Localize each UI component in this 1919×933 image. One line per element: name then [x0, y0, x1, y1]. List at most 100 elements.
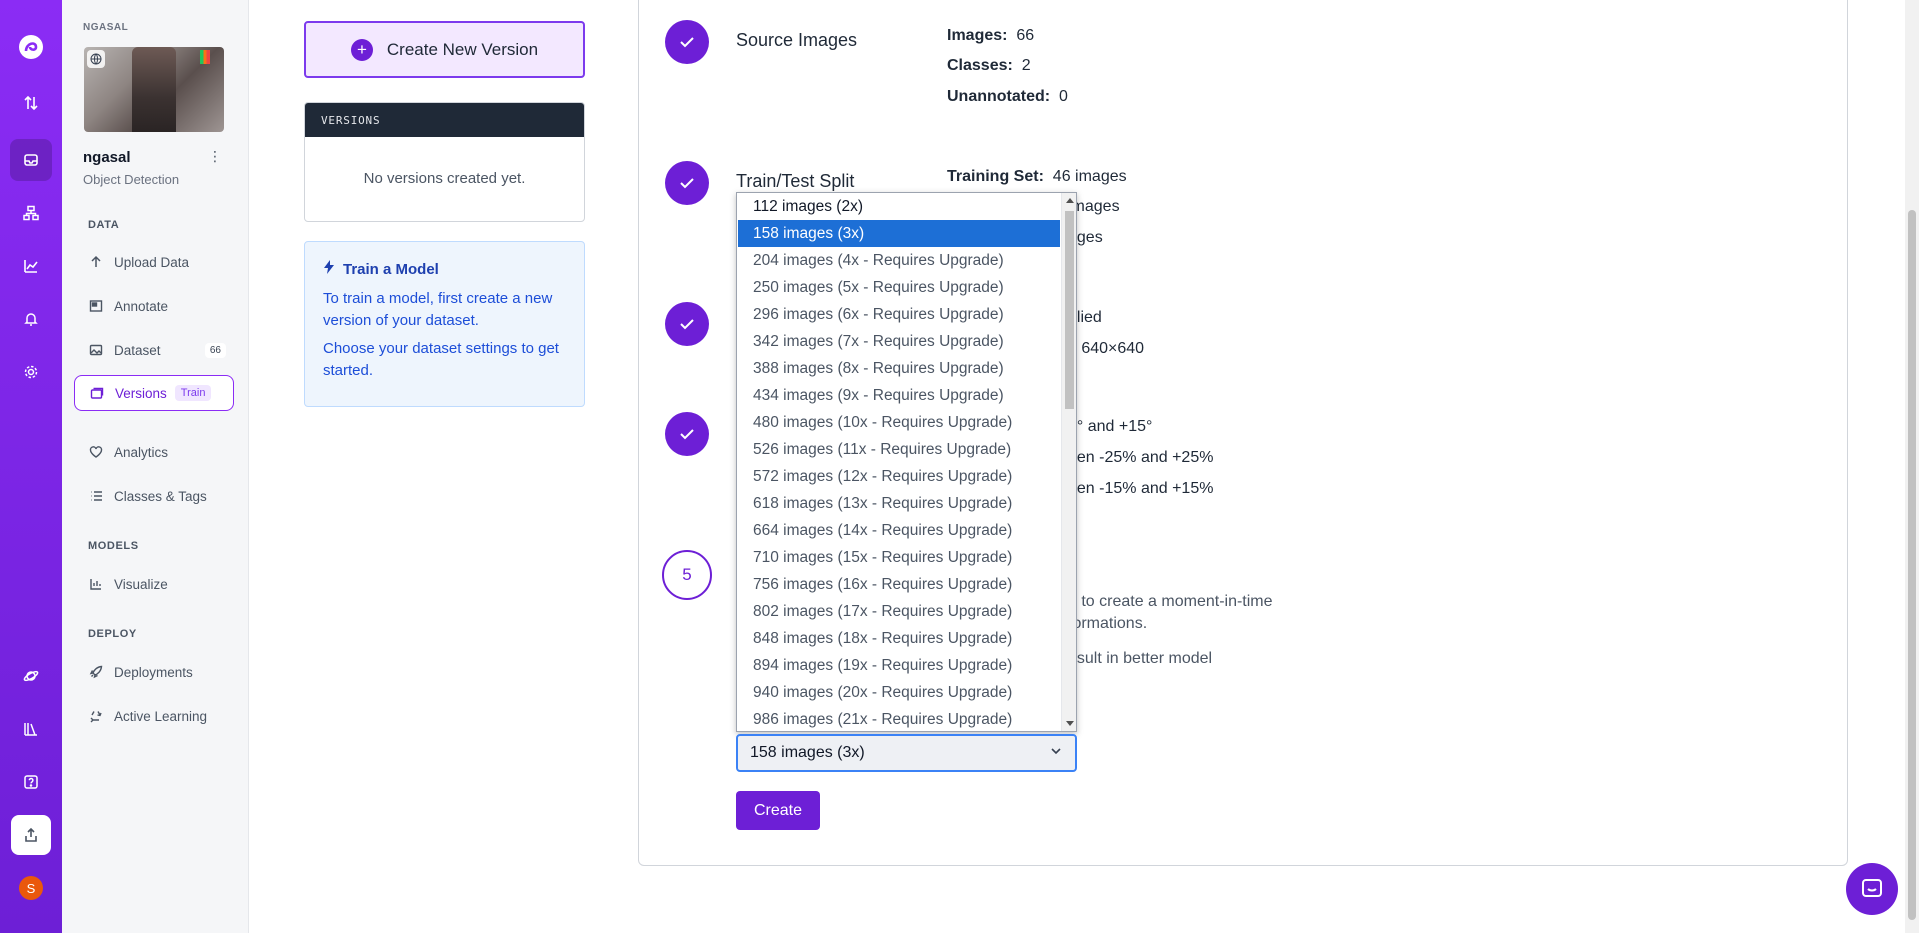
dropdown-options: 112 images (2x) 158 images (3x) 204 images… [737, 193, 1076, 731]
dataset-count-badge: 66 [204, 342, 226, 358]
project-sidebar: NGASAL ngasal ⋮ Object Detection DATA Up… [62, 0, 249, 933]
split-training-label: Training Set: [947, 168, 1044, 185]
settings-gear-icon[interactable] [10, 351, 52, 393]
dropdown-option[interactable]: 296 images (6x - Requires Upgrade) [738, 301, 1060, 328]
step-2-check-icon [665, 161, 709, 205]
bar-chart-icon [88, 576, 104, 592]
dropdown-scroll-thumb[interactable] [1065, 211, 1074, 409]
image-gallery-icon [88, 342, 104, 358]
library-books-icon[interactable] [10, 708, 52, 750]
dropdown-option[interactable]: 112 images (2x) [738, 193, 1060, 220]
dropdown-option[interactable]: 894 images (19x - Requires Upgrade) [738, 652, 1060, 679]
sidebar-item-dataset[interactable]: Dataset 66 [74, 332, 234, 368]
dropdown-option[interactable]: 388 images (8x - Requires Upgrade) [738, 355, 1060, 382]
augment-row-2-tail: een -25% and +25% [1068, 449, 1214, 466]
dropdown-scrollbar[interactable] [1061, 193, 1076, 731]
project-caption: NGASAL [83, 22, 129, 33]
versions-layers-icon [89, 385, 105, 401]
sidebar-item-label: Deployments [114, 664, 193, 680]
sidebar-item-analytics[interactable]: Analytics [74, 434, 234, 470]
arrow-up-icon [88, 254, 104, 270]
dropdown-option[interactable]: 250 images (5x - Requires Upgrade) [738, 274, 1060, 301]
chevron-down-icon [1049, 744, 1063, 763]
create-version-button[interactable]: Create [736, 791, 820, 830]
projects-inbox-icon[interactable] [10, 139, 52, 181]
upload-share-icon[interactable] [11, 815, 51, 855]
sidebar-item-visualize[interactable]: Visualize [74, 566, 234, 602]
dropdown-option[interactable]: 986 images (21x - Requires Upgrade) [738, 706, 1060, 731]
train-model-title-text: Train a Model [343, 260, 439, 278]
list-icon [88, 488, 104, 504]
sidebar-item-label: Upload Data [114, 254, 190, 270]
step-title-split: Train/Test Split [736, 171, 855, 191]
step-5-number: 5 [662, 550, 712, 600]
rocket-icon [88, 664, 104, 680]
create-new-version-label: Create New Version [386, 39, 539, 59]
source-classes-value: 2 [1021, 57, 1031, 74]
dropdown-option[interactable]: 572 images (12x - Requires Upgrade) [738, 463, 1060, 490]
project-name: ngasal [83, 149, 131, 166]
analytics-chart-icon[interactable] [10, 245, 52, 287]
sidebar-item-annotate[interactable]: Annotate [74, 288, 234, 324]
dropdown-option[interactable]: 526 images (11x - Requires Upgrade) [738, 436, 1060, 463]
split-training-row: Training Set: 46 images [947, 168, 1127, 186]
augment-count-select[interactable]: 158 images (3x) [736, 734, 1077, 772]
dropdown-option[interactable]: 158 images (3x) [738, 220, 1060, 247]
page-scroll-thumb[interactable] [1908, 210, 1916, 920]
thumbnail-flag [200, 50, 210, 64]
sidebar-item-classes[interactable]: Classes & Tags [74, 478, 234, 514]
app-rail: S [0, 0, 62, 933]
scroll-up-arrow-icon[interactable] [1066, 198, 1074, 203]
dropdown-option[interactable]: 618 images (13x - Requires Upgrade) [738, 490, 1060, 517]
generate-text-3: esult in better model [1068, 650, 1213, 667]
dropdown-option[interactable]: 434 images (9x - Requires Upgrade) [738, 382, 1060, 409]
sidebar-item-deployments[interactable]: Deployments [74, 654, 234, 690]
source-unannotated-row: Unannotated: 0 [947, 88, 1068, 106]
user-avatar[interactable]: S [19, 876, 43, 900]
dropdown-option[interactable]: 940 images (20x - Requires Upgrade) [738, 679, 1060, 706]
augment-count-dropdown-list[interactable]: 112 images (2x) 158 images (3x) 204 images… [736, 192, 1077, 732]
train-model-info: Train a Model To train a model, first cr… [304, 241, 585, 407]
train-tag-badge: Train [174, 385, 212, 401]
sidebar-item-label: Annotate [114, 298, 169, 314]
sidebar-item-active-learning[interactable]: Active Learning [74, 698, 234, 734]
sidebar-item-upload[interactable]: Upload Data [74, 244, 234, 280]
planet-icon[interactable] [10, 655, 52, 697]
step-4-check-icon [665, 412, 709, 456]
page-scrollbar[interactable] [1905, 0, 1919, 933]
kebab-menu-icon[interactable]: ⋮ [208, 148, 222, 166]
sidebar-item-label: Versions [115, 385, 167, 401]
dropdown-option[interactable]: 480 images (10x - Requires Upgrade) [738, 409, 1060, 436]
dropdown-option[interactable]: 664 images (14x - Requires Upgrade) [738, 517, 1060, 544]
dropdown-option[interactable]: 710 images (15x - Requires Upgrade) [738, 544, 1060, 571]
bell-icon[interactable] [10, 298, 52, 340]
chat-support-icon[interactable] [1846, 863, 1898, 915]
preprocess-row-2-tail: o 640×640 [1068, 340, 1145, 357]
section-data: DATA [88, 219, 120, 231]
scroll-down-arrow-icon[interactable] [1066, 721, 1074, 726]
project-thumbnail[interactable] [84, 47, 224, 132]
help-question-icon[interactable] [10, 761, 52, 803]
dropdown-option[interactable]: 802 images (17x - Requires Upgrade) [738, 598, 1060, 625]
step-1-check-icon [665, 20, 709, 64]
dropdown-option[interactable]: 848 images (18x - Requires Upgrade) [738, 625, 1060, 652]
section-models: MODELS [88, 540, 139, 552]
train-model-text-1: To train a model, first create a new ver… [323, 290, 553, 329]
roboflow-logo-icon[interactable] [10, 26, 52, 68]
create-new-version-button[interactable]: + Create New Version [304, 21, 585, 78]
globe-icon [87, 50, 105, 68]
plus-icon: + [350, 38, 373, 61]
versions-list-card: VERSIONS No versions created yet. [304, 102, 585, 222]
dropdown-option[interactable]: 342 images (7x - Requires Upgrade) [738, 328, 1060, 355]
workflow-icon[interactable] [10, 192, 52, 234]
dropdown-option[interactable]: 204 images (4x - Requires Upgrade) [738, 247, 1060, 274]
sidebar-item-versions[interactable]: Versions Train [74, 375, 234, 411]
transfer-arrows-icon[interactable] [10, 82, 52, 124]
sidebar-item-label: Visualize [114, 576, 168, 592]
sidebar-item-label: Classes & Tags [114, 488, 207, 504]
source-unannotated-value: 0 [1059, 88, 1068, 105]
source-images-row: Images: 66 [947, 27, 1034, 45]
dropdown-option[interactable]: 756 images (16x - Requires Upgrade) [738, 571, 1060, 598]
split-training-value: 46 images [1052, 168, 1127, 185]
project-type: Object Detection [83, 172, 180, 187]
